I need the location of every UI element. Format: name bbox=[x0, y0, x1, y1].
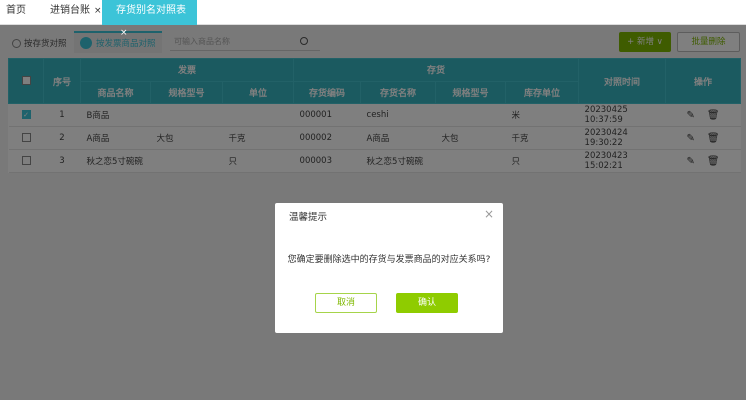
dialog-message: 您确定要删除选中的存货与发票商品的对应关系吗? bbox=[287, 255, 491, 265]
tab-alias-table[interactable]: 存货别名对照表 × bbox=[102, 0, 197, 38]
tab-label: 首页 bbox=[6, 5, 26, 16]
tab-ledger[interactable]: 进销台账 × bbox=[44, 0, 108, 25]
confirm-button[interactable]: 确认 bbox=[396, 293, 458, 313]
cancel-button[interactable]: 取消 bbox=[315, 293, 377, 313]
tab-home[interactable]: 首页 bbox=[0, 0, 32, 25]
close-icon[interactable]: × bbox=[120, 28, 128, 38]
close-icon[interactable]: × bbox=[484, 207, 494, 221]
confirm-dialog: 温馨提示 × 您确定要删除选中的存货与发票商品的对应关系吗? 取消 确认 bbox=[275, 203, 503, 333]
tab-bar: 首页 进销台账 × 存货别名对照表 × bbox=[0, 0, 746, 38]
tab-label: 存货别名对照表 bbox=[116, 5, 186, 16]
dialog-title: 温馨提示 bbox=[289, 212, 328, 223]
close-icon[interactable]: × bbox=[94, 6, 102, 16]
tab-label: 进销台账 bbox=[50, 5, 90, 16]
